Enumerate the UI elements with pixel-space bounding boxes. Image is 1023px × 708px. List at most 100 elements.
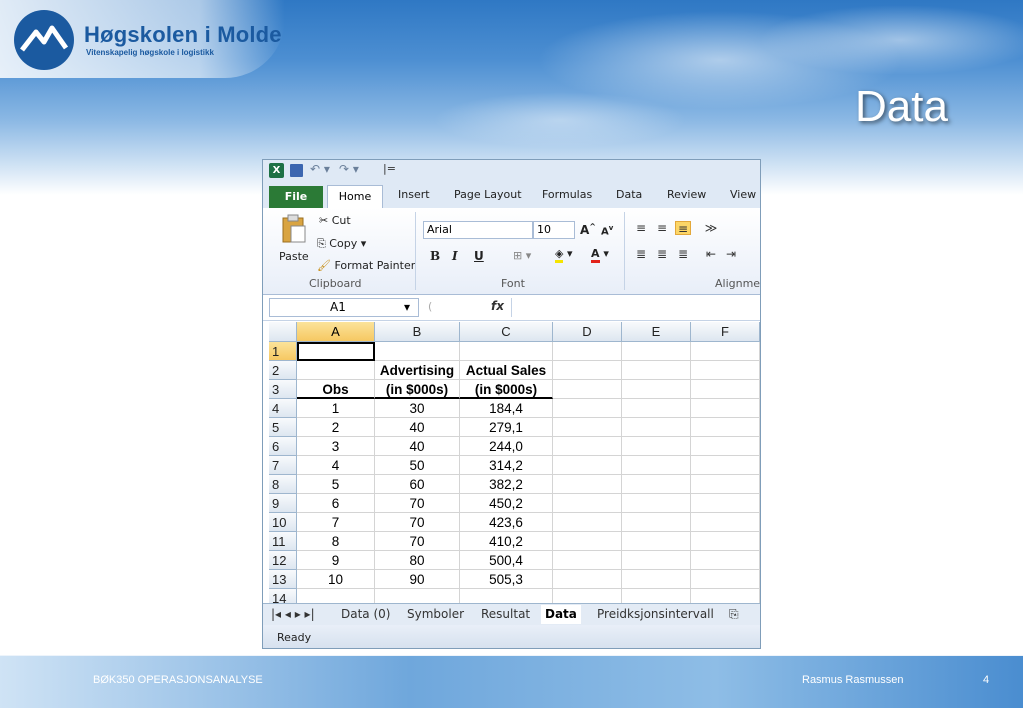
cell-b3[interactable]: (in $000s) <box>375 380 460 399</box>
cell-f12[interactable] <box>691 551 760 570</box>
save-icon[interactable] <box>290 164 303 177</box>
row-header-4[interactable]: 4 <box>269 399 297 418</box>
sheet-tab-resultat[interactable]: Resultat <box>481 607 530 621</box>
sheet-tab-data-0[interactable]: Data (0) <box>341 607 390 621</box>
cell-a6[interactable]: 3 <box>297 437 375 456</box>
column-header-d[interactable]: D <box>553 322 622 342</box>
cell-f7[interactable] <box>691 456 760 475</box>
column-header-b[interactable]: B <box>375 322 460 342</box>
tab-formulas[interactable]: Formulas <box>542 188 592 201</box>
column-header-c[interactable]: C <box>460 322 553 342</box>
borders-icon[interactable]: ⊞ ▾ <box>513 249 531 262</box>
cell-e3[interactable] <box>622 380 691 399</box>
cell-a5[interactable]: 2 <box>297 418 375 437</box>
tab-data[interactable]: Data <box>616 188 642 201</box>
tab-home[interactable]: Home <box>327 185 383 208</box>
cell-b5[interactable]: 40 <box>375 418 460 437</box>
cell-d9[interactable] <box>553 494 622 513</box>
redo-icon[interactable]: ↷ ▾ <box>339 162 359 176</box>
row-header-10[interactable]: 10 <box>269 513 297 532</box>
cut-button[interactable]: ✂ Cut <box>319 214 351 227</box>
row-header-8[interactable]: 8 <box>269 475 297 494</box>
select-all-corner[interactable] <box>269 322 297 342</box>
cell-d11[interactable] <box>553 532 622 551</box>
column-header-f[interactable]: F <box>691 322 760 342</box>
customize-toolbar-icon[interactable]: |= <box>383 162 396 175</box>
cell-a7[interactable]: 4 <box>297 456 375 475</box>
format-painter-button[interactable]: 🖌 Format Painter <box>317 259 415 272</box>
align-top-icon[interactable]: ≡ <box>633 221 649 235</box>
row-header-5[interactable]: 5 <box>269 418 297 437</box>
cell-c1[interactable] <box>460 342 553 361</box>
row-header-9[interactable]: 9 <box>269 494 297 513</box>
decrease-indent-icon[interactable]: ⇤ <box>703 247 719 261</box>
cell-d13[interactable] <box>553 570 622 589</box>
align-center-icon[interactable]: ≣ <box>654 247 670 261</box>
row-header-7[interactable]: 7 <box>269 456 297 475</box>
cell-e13[interactable] <box>622 570 691 589</box>
cell-b2[interactable]: Advertising <box>375 361 460 380</box>
cell-e2[interactable] <box>622 361 691 380</box>
cell-d5[interactable] <box>553 418 622 437</box>
sheet-tab-preidksjonsintervall[interactable]: Preidksjonsintervall <box>597 607 714 621</box>
cell-c2[interactable]: Actual Sales <box>460 361 553 380</box>
cell-f5[interactable] <box>691 418 760 437</box>
cell-a11[interactable]: 8 <box>297 532 375 551</box>
undo-icon[interactable]: ↶ ▾ <box>310 162 330 176</box>
cell-e4[interactable] <box>622 399 691 418</box>
column-header-e[interactable]: E <box>622 322 691 342</box>
cell-c3[interactable]: (in $000s) <box>460 380 553 399</box>
align-right-icon[interactable]: ≣ <box>675 247 691 261</box>
cell-d6[interactable] <box>553 437 622 456</box>
sheet-nav-icons[interactable]: |◂ ◂ ▸ ▸| <box>271 607 315 621</box>
cell-c5[interactable]: 279,1 <box>460 418 553 437</box>
cell-e7[interactable] <box>622 456 691 475</box>
cell-d8[interactable] <box>553 475 622 494</box>
cell-d10[interactable] <box>553 513 622 532</box>
cell-e8[interactable] <box>622 475 691 494</box>
cell-b7[interactable]: 50 <box>375 456 460 475</box>
cell-a9[interactable]: 6 <box>297 494 375 513</box>
cell-e1[interactable] <box>622 342 691 361</box>
cell-b13[interactable]: 90 <box>375 570 460 589</box>
align-middle-icon[interactable]: ≡ <box>654 221 670 235</box>
increase-indent-icon[interactable]: ⇥ <box>723 247 739 261</box>
cell-f1[interactable] <box>691 342 760 361</box>
cell-d12[interactable] <box>553 551 622 570</box>
cell-f9[interactable] <box>691 494 760 513</box>
cell-d1[interactable] <box>553 342 622 361</box>
cell-b12[interactable]: 80 <box>375 551 460 570</box>
cell-f13[interactable] <box>691 570 760 589</box>
cell-c8[interactable]: 382,2 <box>460 475 553 494</box>
column-header-a[interactable]: A <box>297 322 375 342</box>
row-header-2[interactable]: 2 <box>269 361 297 380</box>
cell-b10[interactable]: 70 <box>375 513 460 532</box>
cell-c11[interactable]: 410,2 <box>460 532 553 551</box>
shrink-font-icon[interactable]: Av <box>601 224 613 237</box>
excel-app-icon[interactable]: X <box>269 163 284 178</box>
row-header-13[interactable]: 13 <box>269 570 297 589</box>
cell-f4[interactable] <box>691 399 760 418</box>
cell-f10[interactable] <box>691 513 760 532</box>
row-header-11[interactable]: 11 <box>269 532 297 551</box>
row-header-6[interactable]: 6 <box>269 437 297 456</box>
font-color-icon[interactable]: A ▾ <box>591 247 609 263</box>
sheet-tab-symboler[interactable]: Symboler <box>407 607 464 621</box>
italic-button[interactable]: I <box>452 249 458 263</box>
underline-button[interactable]: U <box>474 249 484 263</box>
cell-f3[interactable] <box>691 380 760 399</box>
copy-button[interactable]: ⎘ Copy ▾ <box>317 237 366 251</box>
cell-e5[interactable] <box>622 418 691 437</box>
row-header-1[interactable]: 1 <box>269 342 297 361</box>
cell-b11[interactable]: 70 <box>375 532 460 551</box>
cell-e11[interactable] <box>622 532 691 551</box>
new-sheet-icon[interactable]: ⎘ <box>729 607 739 622</box>
font-size-select[interactable]: 10 <box>533 221 575 239</box>
cell-b6[interactable]: 40 <box>375 437 460 456</box>
align-bottom-icon[interactable]: ≡ <box>675 221 691 236</box>
cell-a4[interactable]: 1 <box>297 399 375 418</box>
tab-page-layout[interactable]: Page Layout <box>454 188 522 201</box>
cell-a12[interactable]: 9 <box>297 551 375 570</box>
row-header-12[interactable]: 12 <box>269 551 297 570</box>
cell-d2[interactable] <box>553 361 622 380</box>
